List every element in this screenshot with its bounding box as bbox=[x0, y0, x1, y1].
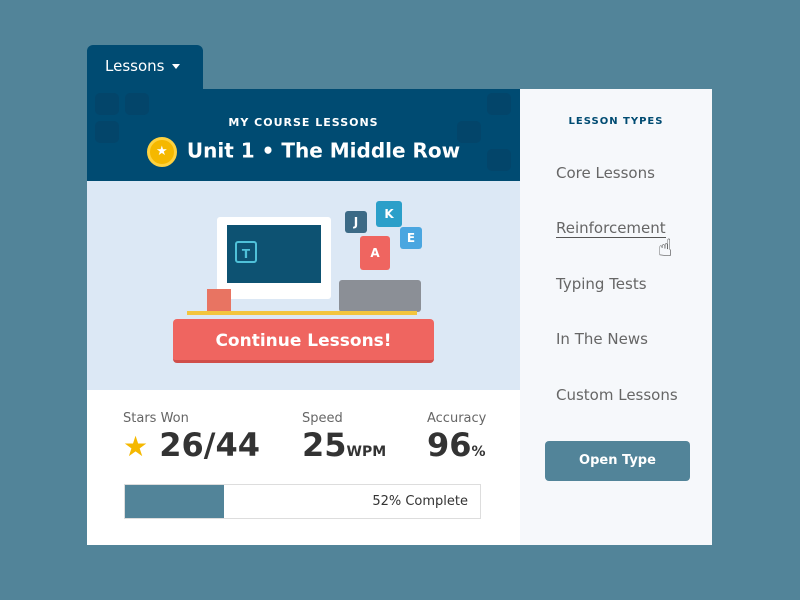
unit-header: MY COURSE LESSONS ★ Unit 1 • The Middle R… bbox=[87, 89, 520, 181]
caret-down-icon bbox=[172, 64, 181, 69]
desk bbox=[187, 311, 417, 315]
progress-bar: 52% Complete bbox=[124, 484, 481, 519]
progress-fill bbox=[125, 485, 225, 518]
lesson-types-sidebar: LESSON TYPES Core Lessons Reinforcement … bbox=[520, 89, 712, 545]
sidebar-item-custom-lessons[interactable]: Custom Lessons bbox=[556, 386, 678, 404]
key-k: K bbox=[376, 201, 402, 227]
sidebar-item-in-the-news[interactable]: In The News bbox=[556, 330, 648, 348]
tab-label: Lessons bbox=[105, 57, 165, 75]
key-decoration bbox=[95, 93, 119, 115]
hand-cursor-icon: ☝ bbox=[658, 234, 673, 262]
accuracy-stat: Accuracy 96% bbox=[427, 411, 487, 464]
sidebar-heading: LESSON TYPES bbox=[568, 116, 664, 127]
sidebar-item-core-lessons[interactable]: Core Lessons bbox=[556, 164, 655, 182]
star-icon: ★ bbox=[123, 430, 149, 463]
hero-illustration: T J K A E Continue Lessons! bbox=[87, 181, 520, 390]
sidebar-item-typing-tests[interactable]: Typing Tests bbox=[556, 275, 647, 293]
lessons-dropdown-tab[interactable]: Lessons bbox=[87, 45, 203, 91]
monitor-icon: T bbox=[217, 217, 331, 299]
unit-title: Unit 1 • The Middle Row bbox=[186, 138, 461, 163]
progress-text: 52% Complete bbox=[372, 494, 468, 509]
speed-stat: Speed 25WPM bbox=[302, 411, 387, 464]
continue-lessons-button[interactable]: Continue Lessons! bbox=[173, 319, 434, 363]
open-type-button[interactable]: Open Type bbox=[545, 441, 690, 481]
header-subtitle: MY COURSE LESSONS bbox=[228, 116, 379, 129]
gold-coin-icon: ★ bbox=[146, 137, 177, 167]
key-j: J bbox=[345, 211, 367, 233]
key-a: A bbox=[360, 236, 390, 270]
key-decoration bbox=[125, 93, 149, 115]
key-e: E bbox=[400, 227, 422, 249]
keyboard-icon bbox=[339, 280, 421, 312]
stars-won-stat: Stars Won ★ 26/44 bbox=[123, 411, 260, 464]
sidebar-item-reinforcement[interactable]: Reinforcement bbox=[556, 219, 666, 238]
key-decoration bbox=[487, 93, 511, 115]
lesson-panel: MY COURSE LESSONS ★ Unit 1 • The Middle R… bbox=[87, 89, 520, 545]
mug-icon bbox=[207, 289, 231, 311]
